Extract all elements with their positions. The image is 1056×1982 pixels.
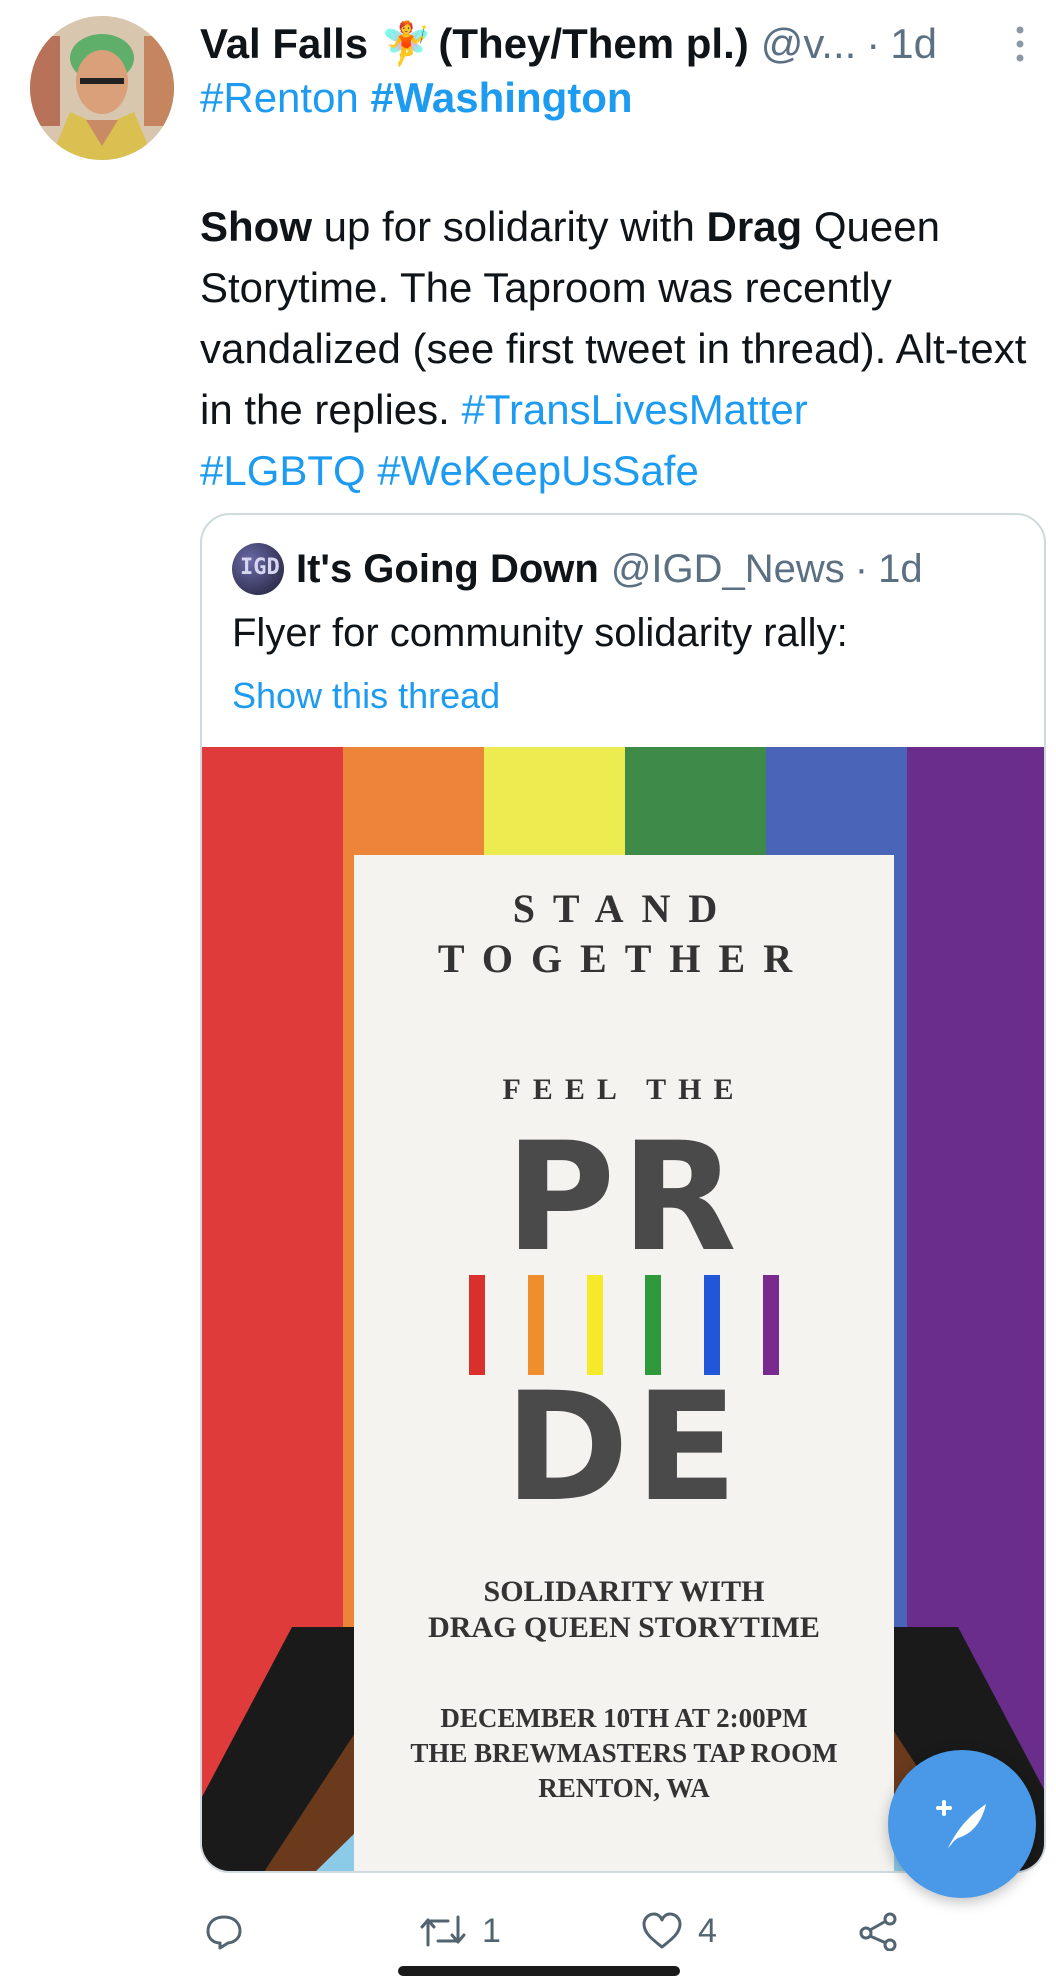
author-pronouns[interactable]: (They/Them pl.) [438, 20, 748, 68]
text-show: Show [200, 203, 312, 250]
pride-bar [645, 1275, 662, 1375]
flyer-stand: STAND [512, 886, 736, 931]
flyer-poster: STAND TOGETHER FEEL THE PR DE SOLIDARITY… [354, 855, 894, 1871]
flyer-pr: PR [505, 1111, 743, 1285]
quote-author-handle[interactable]: @IGD_News [611, 547, 845, 592]
hashtag-lgbtq[interactable]: #LGBTQ [200, 447, 366, 494]
quote-avatar[interactable]: IGD [232, 543, 284, 595]
quote-separator-dot: · [854, 546, 869, 591]
retweet-icon [420, 1915, 466, 1947]
like-count: 4 [698, 1911, 717, 1950]
tweet-screen: Val Falls 🧚 (They/Them pl.) @v... · 1d #… [0, 0, 1056, 1982]
flyer-feel-the: FEEL THE [502, 1073, 746, 1106]
hashtag-line: #Renton #Washington [200, 74, 633, 122]
heart-icon [642, 1912, 682, 1949]
pride-bar [762, 1275, 779, 1375]
flyer-together: TOGETHER [437, 936, 811, 981]
text-drag: Drag [706, 203, 803, 250]
flyer-solidarity-line-1: SOLIDARITY WITH [483, 1575, 765, 1608]
pride-bar [704, 1275, 721, 1375]
quoted-tweet-card[interactable]: IGD It's Going Down @IGD_News · 1d Flyer… [200, 513, 1046, 1873]
compose-feather-icon [936, 1800, 986, 1848]
tweet-time[interactable]: 1d [890, 20, 937, 68]
quote-header: IGD It's Going Down @IGD_News · 1d [232, 543, 923, 595]
compose-tweet-button[interactable] [888, 1750, 1036, 1898]
retweet-action[interactable]: 1 [418, 1906, 501, 1956]
hashtag-wekeepussafe[interactable]: #WeKeepUsSafe [377, 447, 698, 494]
quote-time[interactable]: 1d [878, 547, 923, 592]
share-action[interactable] [856, 1906, 914, 1956]
more-options-icon[interactable] [1014, 24, 1026, 64]
separator-dot: · [866, 20, 881, 67]
pride-color-bars [469, 1275, 779, 1375]
flyer-de: DE [504, 1361, 744, 1535]
reply-action[interactable] [204, 1906, 258, 1956]
fairy-emoji: 🧚 [380, 19, 433, 67]
author-avatar[interactable] [30, 16, 174, 160]
retweet-count: 1 [482, 1911, 501, 1950]
like-action[interactable]: 4 [640, 1906, 717, 1956]
quote-avatar-text: IGD [240, 555, 280, 580]
pride-bar [527, 1275, 544, 1375]
hashtag-renton[interactable]: #Renton [200, 74, 359, 121]
quote-author-name[interactable]: It's Going Down [296, 547, 599, 592]
author-handle[interactable]: @v... [761, 20, 857, 68]
home-indicator[interactable] [398, 1966, 680, 1976]
show-thread-link[interactable]: Show this thread [232, 675, 500, 717]
flyer-image[interactable]: STAND TOGETHER FEEL THE PR DE SOLIDARITY… [202, 747, 1044, 1871]
author-name[interactable]: Val Falls [200, 20, 368, 68]
quote-text: Flyer for community solidarity rally: [232, 611, 848, 655]
text-part-1: up for solidarity with [312, 203, 707, 250]
pride-bar [586, 1275, 603, 1375]
reply-icon [206, 1915, 242, 1950]
pride-bar [469, 1275, 485, 1375]
share-icon [859, 1912, 897, 1951]
flyer-solidarity-line-2: DRAG QUEEN STORYTIME [428, 1611, 820, 1644]
tweet-body: Show up for solidarity with Drag Queen S… [200, 196, 1050, 501]
hashtag-washington[interactable]: #Washington [370, 74, 632, 121]
flyer-venue: THE BREWMASTERS TAP ROOM [410, 1738, 838, 1768]
hashtag-translivesmatter[interactable]: #TransLivesMatter [461, 386, 807, 433]
flyer-date: DECEMBER 10TH AT 2:00PM [440, 1703, 808, 1733]
tweet-header: Val Falls 🧚 (They/Them pl.) @v... · 1d [200, 14, 1030, 74]
flyer-location: RENTON, WA [538, 1773, 710, 1803]
